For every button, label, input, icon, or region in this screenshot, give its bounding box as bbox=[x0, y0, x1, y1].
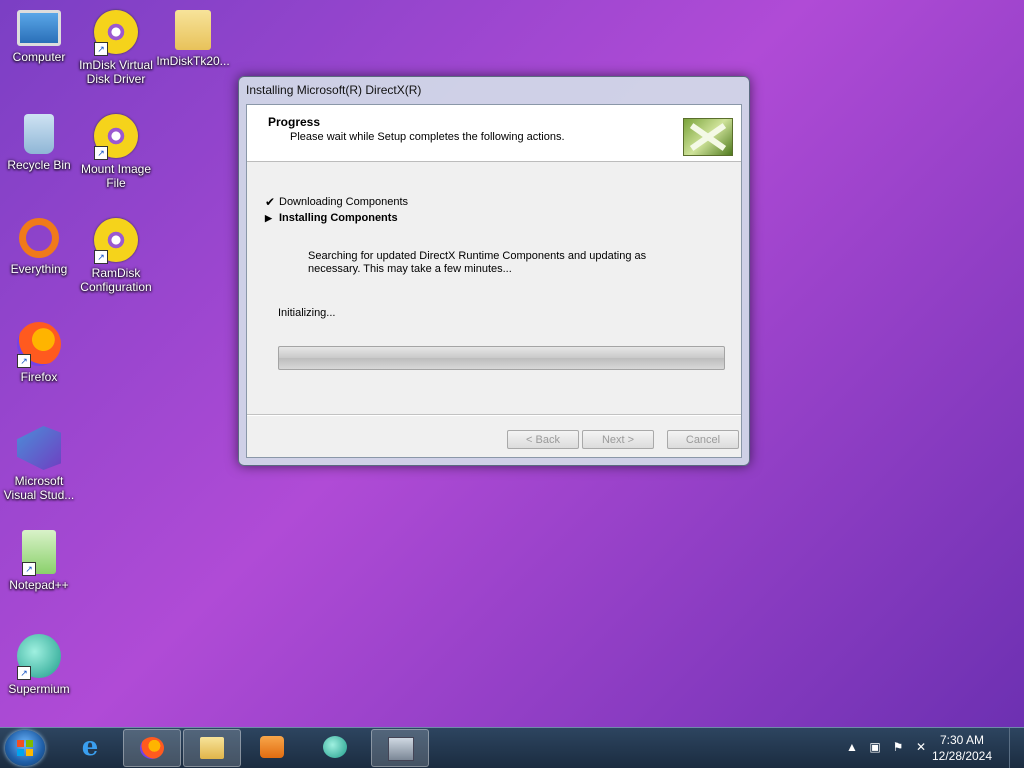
firefox-icon: ↗ bbox=[17, 322, 61, 368]
back-button[interactable]: < Back bbox=[507, 430, 579, 449]
clock-time: 7:30 AM bbox=[939, 733, 985, 747]
desktop-icon-label: Recycle Bin bbox=[7, 158, 71, 172]
desktop-icon-label: Supermium bbox=[8, 682, 70, 696]
desktop-icon-label: ImDiskTk20... bbox=[156, 54, 230, 68]
header-title: Progress bbox=[268, 115, 321, 129]
recycle-bin-icon bbox=[24, 114, 54, 154]
step-label: Downloading Components bbox=[279, 196, 409, 208]
show-desktop-button[interactable] bbox=[1009, 728, 1024, 768]
desktop-icon-label: Mount Image File bbox=[80, 162, 152, 190]
taskbar-directx-setup[interactable] bbox=[371, 729, 429, 767]
header-subtitle: Please wait while Setup completes the fo… bbox=[290, 131, 565, 143]
step-label: Installing Components bbox=[279, 212, 398, 224]
notepadpp-icon: ↗ bbox=[22, 530, 56, 576]
desktop-icon-everything[interactable]: Everything bbox=[0, 218, 78, 276]
show-hidden-icon[interactable]: ▲ bbox=[845, 740, 859, 754]
media-player-icon bbox=[260, 736, 284, 758]
clock[interactable]: 7:30 AM 12/28/2024 bbox=[922, 732, 1002, 764]
taskbar-firefox[interactable] bbox=[123, 729, 181, 767]
desktop-icon-imdisktk[interactable]: ImDiskTk20... bbox=[154, 10, 232, 68]
taskbar-supermium[interactable] bbox=[307, 729, 363, 765]
desktop-icon-label: Firefox bbox=[20, 370, 58, 384]
desktop-icon-imdisk-driver[interactable]: ↗ ImDisk Virtual Disk Driver bbox=[77, 10, 155, 86]
footer-divider bbox=[247, 414, 741, 416]
taskbar-internet-explorer[interactable]: e bbox=[62, 729, 118, 765]
status-text: Initializing... bbox=[278, 307, 336, 319]
desktop-icon-label: RamDisk Configuration bbox=[80, 266, 152, 294]
supermium-icon bbox=[323, 736, 347, 758]
network-icon[interactable]: ▣ bbox=[868, 740, 882, 754]
internet-explorer-icon: e bbox=[81, 732, 99, 762]
desktop-icon-visual-studio[interactable]: Microsoft Visual Stud... bbox=[0, 426, 78, 502]
visual-studio-icon bbox=[17, 426, 61, 470]
description-text: Searching for updated DirectX Runtime Co… bbox=[308, 250, 647, 275]
shortcut-arrow-icon: ↗ bbox=[94, 146, 108, 160]
window-title[interactable]: Installing Microsoft(R) DirectX(R) bbox=[239, 77, 749, 103]
shortcut-arrow-icon: ↗ bbox=[94, 42, 108, 56]
desktop-icon-recycle-bin[interactable]: Recycle Bin bbox=[0, 114, 78, 172]
desktop-icon-label: Everything bbox=[10, 262, 68, 276]
disc-icon: ↗ bbox=[94, 10, 138, 56]
step-downloading: ✔ Downloading Components bbox=[265, 195, 409, 209]
desktop-icon-supermium[interactable]: ↗ Supermium bbox=[0, 634, 78, 696]
desktop-icon-firefox[interactable]: ↗ Firefox bbox=[0, 322, 78, 384]
supermium-icon: ↗ bbox=[17, 634, 61, 680]
desktop-icon-label: Microsoft Visual Stud... bbox=[3, 474, 75, 502]
taskbar-file-explorer[interactable] bbox=[183, 729, 241, 767]
taskbar-media-player[interactable] bbox=[244, 729, 300, 765]
cancel-button[interactable]: Cancel bbox=[667, 430, 739, 449]
folder-icon bbox=[200, 737, 224, 759]
folder-icon bbox=[175, 10, 211, 50]
firefox-icon bbox=[140, 737, 164, 759]
shortcut-arrow-icon: ↗ bbox=[22, 562, 36, 576]
desktop-icon-computer[interactable]: Computer bbox=[0, 10, 78, 64]
desktop-icon-label: Notepad++ bbox=[9, 578, 69, 592]
current-step-arrow-icon: ▶ bbox=[265, 213, 272, 223]
progress-bar bbox=[278, 346, 725, 370]
desktop-icon-label: ImDisk Virtual Disk Driver bbox=[79, 58, 153, 86]
desktop-icon-ramdisk[interactable]: ↗ RamDisk Configuration bbox=[77, 218, 155, 294]
everything-search-icon bbox=[19, 218, 59, 258]
directx-installer-window[interactable]: Installing Microsoft(R) DirectX(R) Progr… bbox=[238, 76, 750, 466]
installer-client-area: Progress Please wait while Setup complet… bbox=[246, 104, 742, 458]
disc-icon: ↗ bbox=[94, 114, 138, 160]
directx-logo-icon bbox=[683, 118, 733, 156]
next-button[interactable]: Next > bbox=[582, 430, 654, 449]
desktop-icon-notepadpp[interactable]: ↗ Notepad++ bbox=[0, 530, 78, 592]
shortcut-arrow-icon: ↗ bbox=[17, 666, 31, 680]
setup-icon bbox=[388, 737, 414, 761]
taskbar: e ▲ ▣ ⚑ ✕ 7:30 AM 12/28/2024 bbox=[0, 727, 1024, 768]
shortcut-arrow-icon: ↗ bbox=[94, 250, 108, 264]
step-installing: ▶ Installing Components bbox=[265, 212, 398, 224]
computer-icon bbox=[17, 10, 61, 46]
action-center-flag-icon[interactable]: ⚑ bbox=[891, 740, 905, 754]
start-button[interactable] bbox=[5, 730, 45, 766]
disc-icon: ↗ bbox=[94, 218, 138, 264]
clock-date: 12/28/2024 bbox=[931, 749, 993, 763]
desktop-icon-label: Computer bbox=[12, 50, 66, 64]
checkmark-icon: ✔ bbox=[265, 195, 276, 209]
notification-area: ▲ ▣ ⚑ ✕ bbox=[840, 728, 930, 768]
installer-header: Progress Please wait while Setup complet… bbox=[247, 105, 741, 162]
desktop-icon-mount-image[interactable]: ↗ Mount Image File bbox=[77, 114, 155, 190]
shortcut-arrow-icon: ↗ bbox=[17, 354, 31, 368]
